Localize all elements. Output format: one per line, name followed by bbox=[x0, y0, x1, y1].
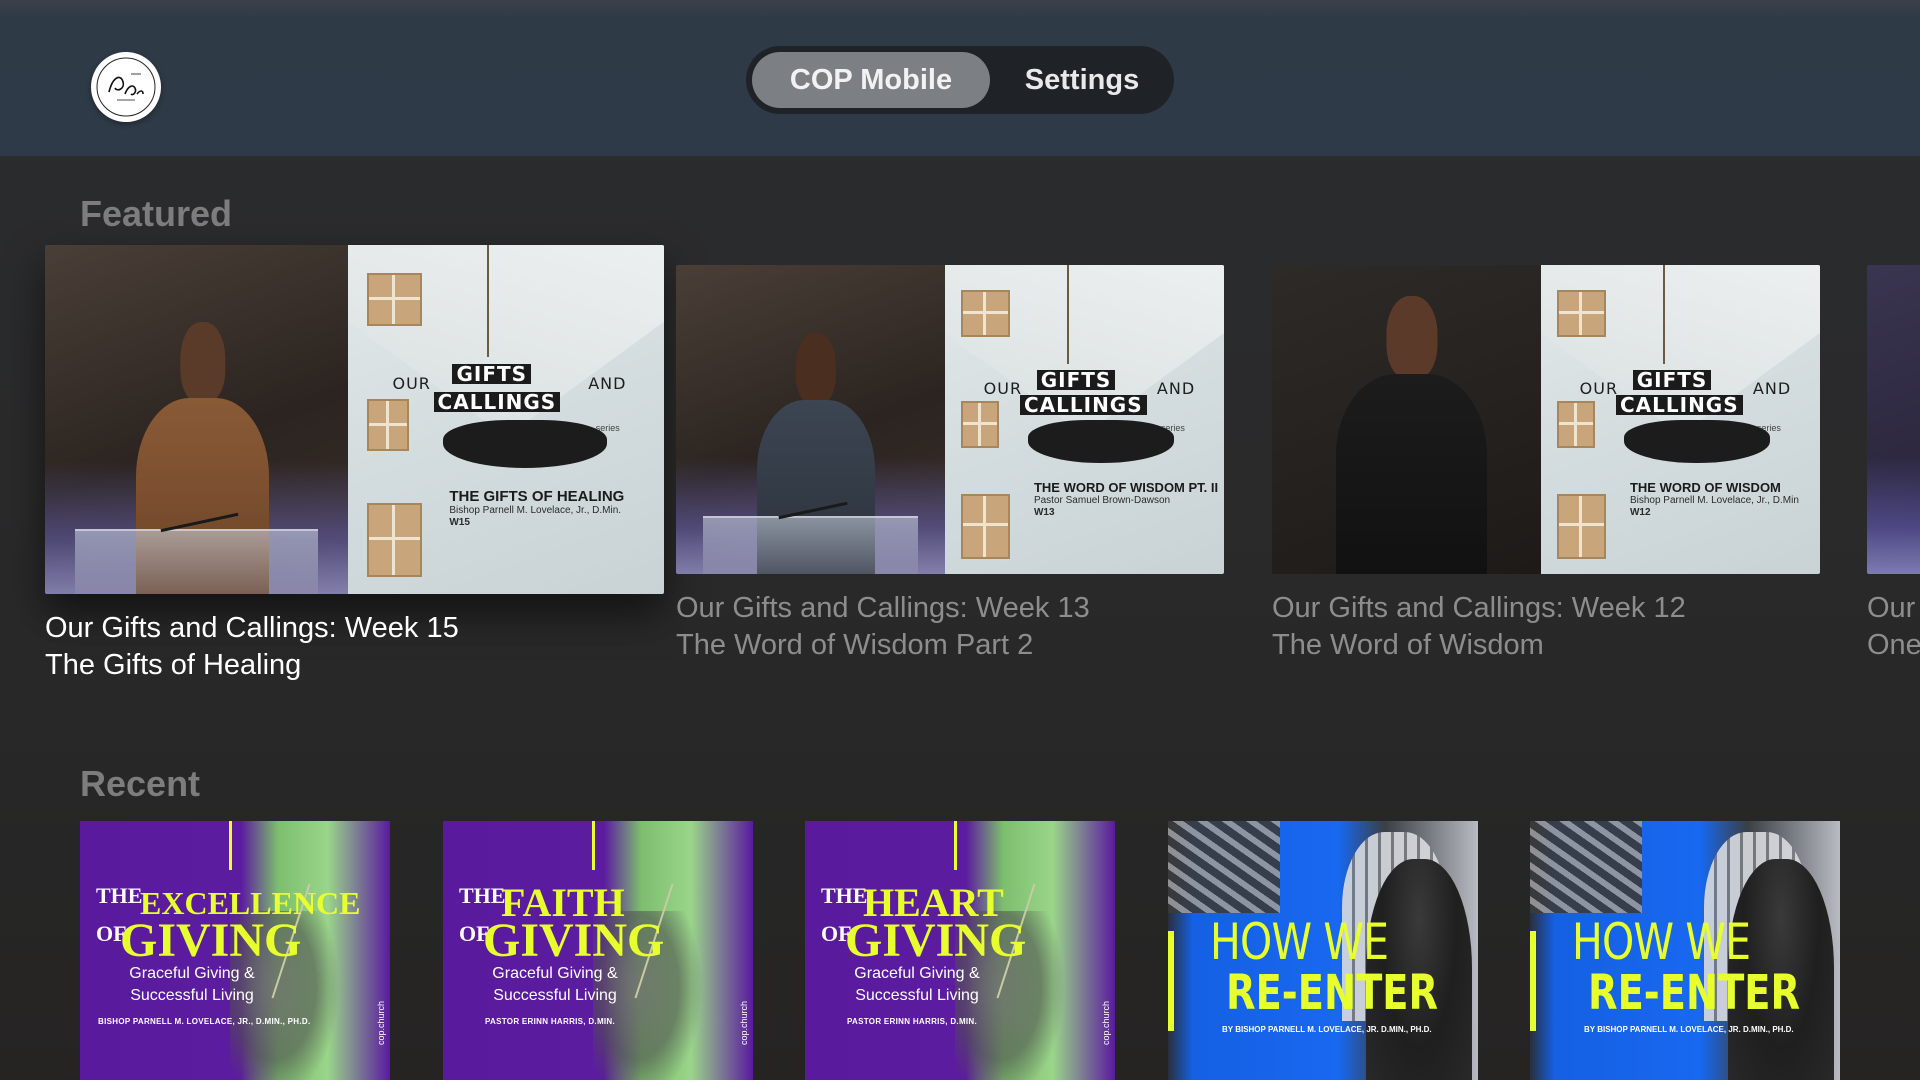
featured-caption-week-13: Our Gifts and Callings: Week 13 The Word… bbox=[676, 592, 1090, 661]
top-tab-bar: COP Mobile Settings bbox=[746, 46, 1174, 114]
recent-poster-how-we-re-enter[interactable]: HOW WE RE-ENTER BY BISHOP PARNELL M. LOV… bbox=[1168, 821, 1478, 1080]
featured-card-partial[interactable] bbox=[1867, 265, 1920, 574]
series-artwork: OUR GIFTS AND CALLINGS series THE WORD O… bbox=[1540, 265, 1820, 574]
praise-logo-icon bbox=[96, 57, 156, 117]
speaker-photo bbox=[1272, 265, 1541, 574]
featured-caption-week-15: Our Gifts and Callings: Week 15 The Gift… bbox=[45, 612, 459, 681]
telephone-icon bbox=[443, 419, 608, 469]
app-screen: COP Mobile Settings Featured OUR GIFTS A… bbox=[0, 0, 1920, 1080]
featured-section-title: Featured bbox=[80, 193, 233, 234]
series-artwork: OUR GIFTS AND CALLINGS series THE GIFTS … bbox=[348, 245, 664, 594]
recent-section-title: Recent bbox=[80, 763, 201, 804]
top-bar: COP Mobile Settings bbox=[0, 0, 1920, 156]
recent-poster-excellence-of-giving[interactable]: THE EXCELLENCE OF GIVING Graceful Giving… bbox=[80, 821, 390, 1080]
featured-card-week-12[interactable]: OUR GIFTS AND CALLINGS series THE WORD O… bbox=[1272, 265, 1820, 574]
featured-caption-partial: Our One bbox=[1867, 592, 1920, 661]
telephone-icon bbox=[1028, 419, 1174, 463]
featured-card-week-13[interactable]: OUR GIFTS AND CALLINGS series THE WORD O… bbox=[676, 265, 1224, 574]
telephone-icon bbox=[1624, 419, 1770, 463]
featured-caption-week-12: Our Gifts and Callings: Week 12 The Word… bbox=[1272, 592, 1686, 661]
series-artwork: OUR GIFTS AND CALLINGS series THE WORD O… bbox=[944, 265, 1224, 574]
church-logo bbox=[91, 52, 161, 122]
speaker-photo bbox=[676, 265, 945, 574]
tab-settings[interactable]: Settings bbox=[1002, 52, 1162, 108]
recent-poster-heart-of-giving[interactable]: THE HEART OF GIVING Graceful Giving & Su… bbox=[805, 821, 1115, 1080]
speaker-photo bbox=[45, 245, 349, 594]
recent-poster-how-we-re-enter-2[interactable]: HOW WE RE-ENTER BY BISHOP PARNELL M. LOV… bbox=[1530, 821, 1840, 1080]
featured-card-week-15[interactable]: OUR GIFTS AND CALLINGS series THE GIFTS … bbox=[45, 245, 664, 594]
tab-cop-mobile[interactable]: COP Mobile bbox=[752, 52, 990, 108]
recent-poster-faith-of-giving[interactable]: THE FAITH OF GIVING Graceful Giving & Su… bbox=[443, 821, 753, 1080]
speaker-photo bbox=[1867, 265, 1920, 574]
